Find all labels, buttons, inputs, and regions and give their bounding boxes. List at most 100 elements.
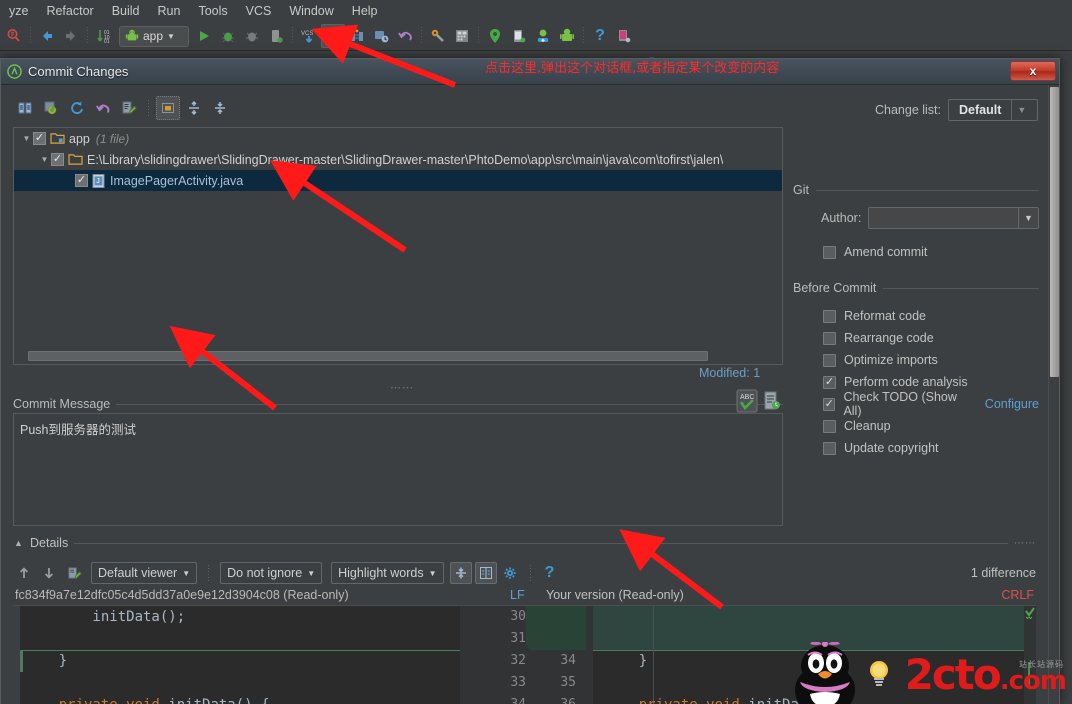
menu-item-build[interactable]: Build (103, 1, 149, 21)
menu-item-analyze[interactable]: yze (0, 1, 37, 21)
details-section-header[interactable]: ▲ Details ⋯⋯ (13, 535, 1036, 551)
rollback-refresh-icon[interactable] (39, 96, 63, 120)
checkbox-unchecked[interactable] (823, 246, 836, 259)
gear-icon[interactable] (500, 562, 522, 584)
sdk-manager-icon[interactable] (426, 24, 450, 48)
chevron-down-icon[interactable]: ▼ (1011, 100, 1031, 120)
diff-viewer[interactable]: initData(); } private void initData() { … (13, 605, 1036, 704)
help-icon[interactable]: ? (588, 24, 612, 48)
back-icon[interactable] (35, 24, 59, 48)
checkbox-unchecked[interactable] (823, 310, 836, 323)
amend-commit-row[interactable]: Amend commit (793, 241, 1039, 263)
menu-item-run[interactable]: Run (149, 1, 190, 21)
run-config-label: app (143, 29, 163, 43)
vcs-update-icon[interactable]: VCS (297, 24, 321, 48)
revert-icon[interactable] (91, 96, 115, 120)
inspection-ok-icon[interactable] (1024, 606, 1036, 620)
chevron-down-icon[interactable]: ▼ (429, 569, 437, 578)
highlight-combo[interactable]: Highlight words ▼ (331, 562, 443, 584)
author-field[interactable]: ▼ (868, 207, 1039, 229)
edit-source-icon[interactable] (63, 562, 85, 584)
help-icon[interactable]: ? (539, 562, 561, 584)
debug-icon[interactable] (216, 24, 240, 48)
option-optimize-imports[interactable]: Optimize imports (793, 349, 1039, 371)
collapse-unchanged-icon[interactable] (450, 562, 472, 584)
diff-left-pane[interactable]: initData(); } private void initData() { … (13, 606, 460, 704)
menu-item-vcs[interactable]: VCS (237, 1, 281, 21)
device-file-explorer-icon[interactable] (507, 24, 531, 48)
option-check-todo[interactable]: ✓ Check TODO (Show All) Configure (793, 393, 1039, 415)
search-everywhere-icon[interactable] (2, 24, 26, 48)
menu-item-tools[interactable]: Tools (189, 1, 236, 21)
sync-project-icon[interactable] (345, 24, 369, 48)
spellcheck-icon[interactable]: ABC (736, 389, 758, 416)
side-by-side-icon[interactable] (475, 562, 497, 584)
expand-all-icon[interactable] (182, 96, 206, 120)
forward-icon[interactable] (59, 24, 83, 48)
layout-inspector-icon[interactable] (450, 24, 474, 48)
checkbox-checked[interactable]: ✓ (823, 398, 835, 411)
arrow-down-icon[interactable] (38, 562, 60, 584)
chevron-down-icon[interactable]: ▼ (1018, 208, 1038, 228)
message-history-icon[interactable] (763, 391, 781, 414)
arrow-up-icon[interactable] (13, 562, 35, 584)
checkbox-unchecked[interactable] (823, 332, 836, 345)
tree-row[interactable]: ✓ J ImagePagerActivity.java (14, 170, 782, 191)
splitter-handle[interactable]: ⋯⋯ (390, 381, 414, 394)
tree-row[interactable]: ▼ ✓ app (1 file) (14, 128, 782, 149)
diff-right-line-separator[interactable]: CRLF (1001, 588, 1034, 602)
device-screenshot-icon[interactable] (612, 24, 636, 48)
configure-link[interactable]: Configure (985, 397, 1039, 411)
collapse-all-icon[interactable] (208, 96, 232, 120)
vcs-commit-icon[interactable]: VCS (321, 24, 345, 48)
changelist-combo[interactable]: Default ▼ (948, 99, 1038, 121)
option-reformat-code[interactable]: Reformat code (793, 305, 1039, 327)
option-cleanup[interactable]: Cleanup (793, 415, 1039, 437)
menu-item-window[interactable]: Window (280, 1, 342, 21)
dialog-vertical-scrollbar[interactable] (1048, 85, 1059, 704)
checkbox-unchecked[interactable] (823, 442, 836, 455)
checkbox-checked[interactable]: ✓ (51, 153, 64, 166)
commit-message-input[interactable]: Push到服务器的测试 (13, 413, 783, 526)
chevron-down-icon[interactable]: ▼ (307, 569, 315, 578)
menu-item-help[interactable]: Help (343, 1, 387, 21)
checkbox-checked[interactable]: ✓ (75, 174, 88, 187)
run-icon[interactable] (192, 24, 216, 48)
viewer-combo[interactable]: Default viewer ▼ (91, 562, 197, 584)
coverage-icon[interactable] (240, 24, 264, 48)
diff-left-line-separator[interactable]: LF (510, 588, 525, 602)
toolbar-separator (530, 565, 531, 581)
chevron-down-icon[interactable]: ▼ (182, 569, 190, 578)
edit-source-icon[interactable] (117, 96, 141, 120)
menu-item-refactor[interactable]: Refactor (37, 1, 102, 21)
commit-icon[interactable] (13, 96, 37, 120)
checkbox-checked[interactable]: ✓ (823, 376, 836, 389)
location-icon[interactable] (483, 24, 507, 48)
chevron-up-icon[interactable]: ▲ (13, 537, 24, 550)
option-rearrange-code[interactable]: Rearrange code (793, 327, 1039, 349)
checkbox-unchecked[interactable] (823, 420, 836, 433)
refresh-icon[interactable] (65, 96, 89, 120)
device-icon[interactable] (264, 24, 288, 48)
option-update-copyright[interactable]: Update copyright (793, 437, 1039, 459)
tree-row[interactable]: ▼ ✓ E:\Library\slidingdrawer\SlidingDraw… (14, 149, 782, 170)
undo-icon[interactable] (393, 24, 417, 48)
line-numbers-icon[interactable]: 011001 (92, 24, 116, 48)
ignore-combo[interactable]: Do not ignore ▼ (220, 562, 322, 584)
scrollbar-thumb[interactable] (28, 351, 708, 361)
group-by-directory-icon[interactable] (156, 96, 180, 120)
android-download-icon[interactable] (531, 24, 555, 48)
tree-horizontal-scrollbar[interactable] (16, 350, 780, 362)
changed-files-tree[interactable]: ▼ ✓ app (1 file) ▼ ✓ E:\ (13, 127, 783, 365)
chevron-down-icon[interactable]: ▼ (38, 153, 51, 166)
close-icon[interactable]: x (1010, 61, 1056, 81)
android-icon[interactable] (555, 24, 579, 48)
checkbox-unchecked[interactable] (823, 354, 836, 367)
scrollbar-thumb[interactable] (1050, 87, 1059, 377)
diff-line-number-gutter: 30 31 32 33 34 35 32 33 34 35 36 37 (460, 606, 593, 704)
checkbox-checked[interactable]: ✓ (33, 132, 46, 145)
run-configuration-selector[interactable]: app ▼ (119, 26, 189, 47)
chevron-down-icon[interactable]: ▼ (20, 132, 33, 145)
avd-manager-icon[interactable] (369, 24, 393, 48)
splitter-handle[interactable]: ⋯⋯ (1014, 538, 1036, 549)
